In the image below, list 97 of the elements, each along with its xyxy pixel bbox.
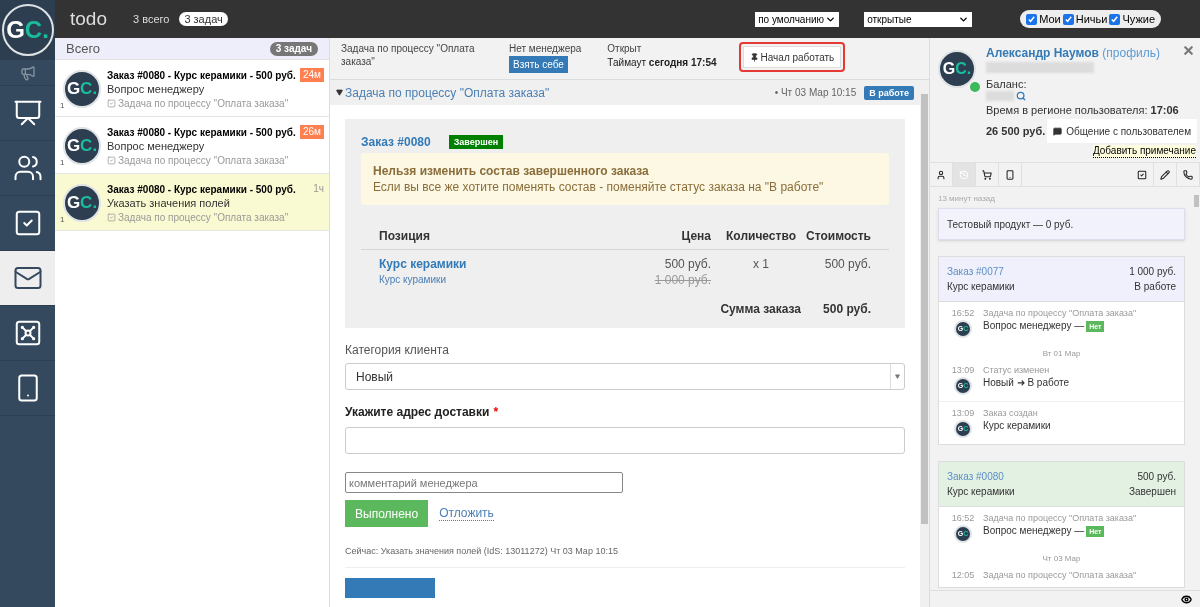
- event-time: 16:52: [951, 512, 975, 524]
- add-note-link[interactable]: Добавить примечание: [1092, 145, 1196, 158]
- avatar: GC.: [63, 184, 101, 222]
- event-text: Новый ➜ В работе: [983, 376, 1070, 390]
- event-title: Статус изменен: [983, 364, 1051, 376]
- balance-label: Баланс:: [986, 78, 1028, 91]
- status-badge: В работе: [864, 85, 914, 100]
- event-time: 13:09: [951, 407, 975, 419]
- status-select[interactable]: открытые: [864, 11, 973, 27]
- cost-cell-text: 500 руб.: [823, 256, 871, 273]
- event-text: Вопрос менеджеру —: [983, 524, 1085, 538]
- product-description: Курс курамики: [379, 273, 447, 287]
- column-header: Количество: [725, 227, 797, 245]
- current-status: Сейчас: Указать значения полей (IdS: 13011272) Чт 03 Мар 10:15: [345, 545, 619, 558]
- order-link[interactable]: Заказ #0080: [361, 133, 431, 151]
- task-date: • Чт 03 Мар 10:15: [774, 86, 857, 100]
- total-count: 3 всего: [133, 11, 170, 27]
- task-item[interactable]: GC. 1 Заказ #0080 - Курс керамики - 500 руб. Указать значения полей Задача по процессу "Оплата заказа" 1ч: [55, 174, 329, 231]
- product-card: Тестовый продукт — 0 руб.: [938, 208, 1185, 240]
- event-time: 13:09: [951, 364, 975, 376]
- required-mark: *: [493, 405, 499, 419]
- order-link[interactable]: Заказ #0080: [947, 469, 1004, 484]
- avatar: GC.: [63, 70, 101, 108]
- done-button[interactable]: Выполнено: [345, 500, 429, 527]
- state-label: Открыт: [607, 42, 643, 56]
- date-separator: Вт 01 Мар: [1041, 348, 1082, 359]
- task-subtitle: Вопрос менеджеру: [107, 139, 206, 154]
- start-work-button[interactable]: Начал работать: [742, 46, 842, 68]
- field-label: Категория клиента: [345, 342, 450, 359]
- total-value: 500 руб.: [822, 301, 871, 318]
- sort-select[interactable]: по умолчанию: [755, 11, 840, 27]
- take-button[interactable]: Взять себе: [509, 56, 568, 73]
- chat-button[interactable]: Общение с пользователем: [1047, 119, 1197, 143]
- user-avatar: GC.: [938, 50, 976, 88]
- order-price: 1 000 руб.: [1129, 265, 1176, 279]
- event-title: Задача по процессу "Оплата заказа": [983, 512, 1137, 524]
- logo: GC.: [1, 4, 54, 56]
- filter-label: Чужие: [1122, 11, 1155, 27]
- age-label: 1ч: [313, 182, 324, 196]
- list-title: Всего: [66, 39, 101, 58]
- filter-label: Ничьи: [1075, 11, 1108, 27]
- event-text: Курс керамики: [983, 419, 1051, 433]
- timeout-label: Таймаут сегодня 17:54: [607, 56, 717, 70]
- product-link[interactable]: Курс керамики: [379, 256, 641, 272]
- item-count: 1: [60, 100, 65, 112]
- age-badge: 24м: [300, 68, 324, 82]
- order-status: В работе: [1134, 280, 1176, 294]
- column-header: Стоимость: [805, 227, 871, 245]
- manager-label: Нет менеджера: [509, 42, 582, 55]
- order-link[interactable]: Заказ #0077: [947, 264, 1004, 279]
- warning-title: Нельзя изменить состав завершенного заказа: [373, 163, 650, 179]
- order-status: Завершен: [1128, 485, 1176, 499]
- event-title: Задача по процессу "Оплата заказа": [983, 569, 1137, 581]
- price-cell: 500 руб.: [664, 256, 711, 272]
- comment-field[interactable]: комментарий менеджера: [345, 472, 623, 493]
- column-header: Позиция: [379, 227, 431, 245]
- filter-label: Мои: [1039, 11, 1061, 27]
- event-text: Вопрос менеджеру —: [983, 319, 1085, 333]
- item-count: 1: [60, 157, 65, 169]
- user-name-link[interactable]: Александр Наумов: [986, 46, 1099, 60]
- event-title: Заказ создан: [983, 407, 1039, 419]
- warning-text: Если вы все же хотите поменять состав - поменяйте статус заказа на "В работе": [373, 179, 825, 195]
- order-status-badge: Завершен: [448, 135, 504, 149]
- field-label: Укажите адрес доставки *: [345, 404, 500, 421]
- avatar: GC.: [63, 127, 101, 165]
- age-badge: 26м: [300, 125, 324, 139]
- user-amount: 26 500 руб.: [986, 123, 1046, 139]
- order-item: Курс керамики: [947, 485, 1015, 499]
- column-header: Цена: [680, 227, 711, 245]
- order-price: 500 руб.: [1137, 470, 1176, 484]
- profile-link[interactable]: (профиль): [1102, 46, 1160, 60]
- event-time: 16:52: [951, 307, 975, 319]
- time-ago: 13 минут назад: [938, 193, 996, 205]
- event-time: 12:05: [951, 569, 975, 581]
- task-title: Заказ #0080 - Курс керамики - 500 руб.: [107, 69, 297, 82]
- process-label: Задача по процессу "Оплата заказа": [118, 97, 289, 110]
- app-title: todo: [70, 6, 107, 31]
- process-name: Задача по процессу "Оплата заказа": [341, 42, 476, 68]
- old-price-cell: 1 000 руб.: [654, 272, 711, 288]
- count-badge: 3 задач: [269, 41, 318, 56]
- event-title: Задача по процессу "Оплата заказа": [983, 307, 1137, 319]
- quantity-cell-text: x 1: [752, 256, 770, 273]
- region-time: Время в регионе пользователя: 17:06: [986, 103, 1180, 117]
- count-pill: 3 задач: [179, 12, 228, 26]
- postpone-link[interactable]: Отложить: [439, 506, 494, 521]
- order-item: Курс керамики: [947, 280, 1015, 294]
- task-subtitle: Вопрос менеджеру: [107, 82, 206, 97]
- task-title: Заказ #0080 - Курс керамики - 500 руб.: [107, 126, 297, 139]
- task-title: Заказ #0080 - Курс керамики - 500 руб.: [107, 183, 297, 196]
- task-toggle[interactable]: Задача по процессу "Оплата заказа": [336, 83, 550, 102]
- category-select[interactable]: Новый: [345, 363, 905, 390]
- total-label: Сумма заказа: [720, 301, 801, 318]
- process-label: Задача по процессу "Оплата заказа": [118, 154, 289, 167]
- task-subtitle: Указать значения полей: [107, 196, 231, 211]
- process-label: Задача по процессу "Оплата заказа": [118, 211, 289, 224]
- item-count: 1: [60, 214, 65, 226]
- date-separator: Чт 03 Мар: [1041, 553, 1082, 564]
